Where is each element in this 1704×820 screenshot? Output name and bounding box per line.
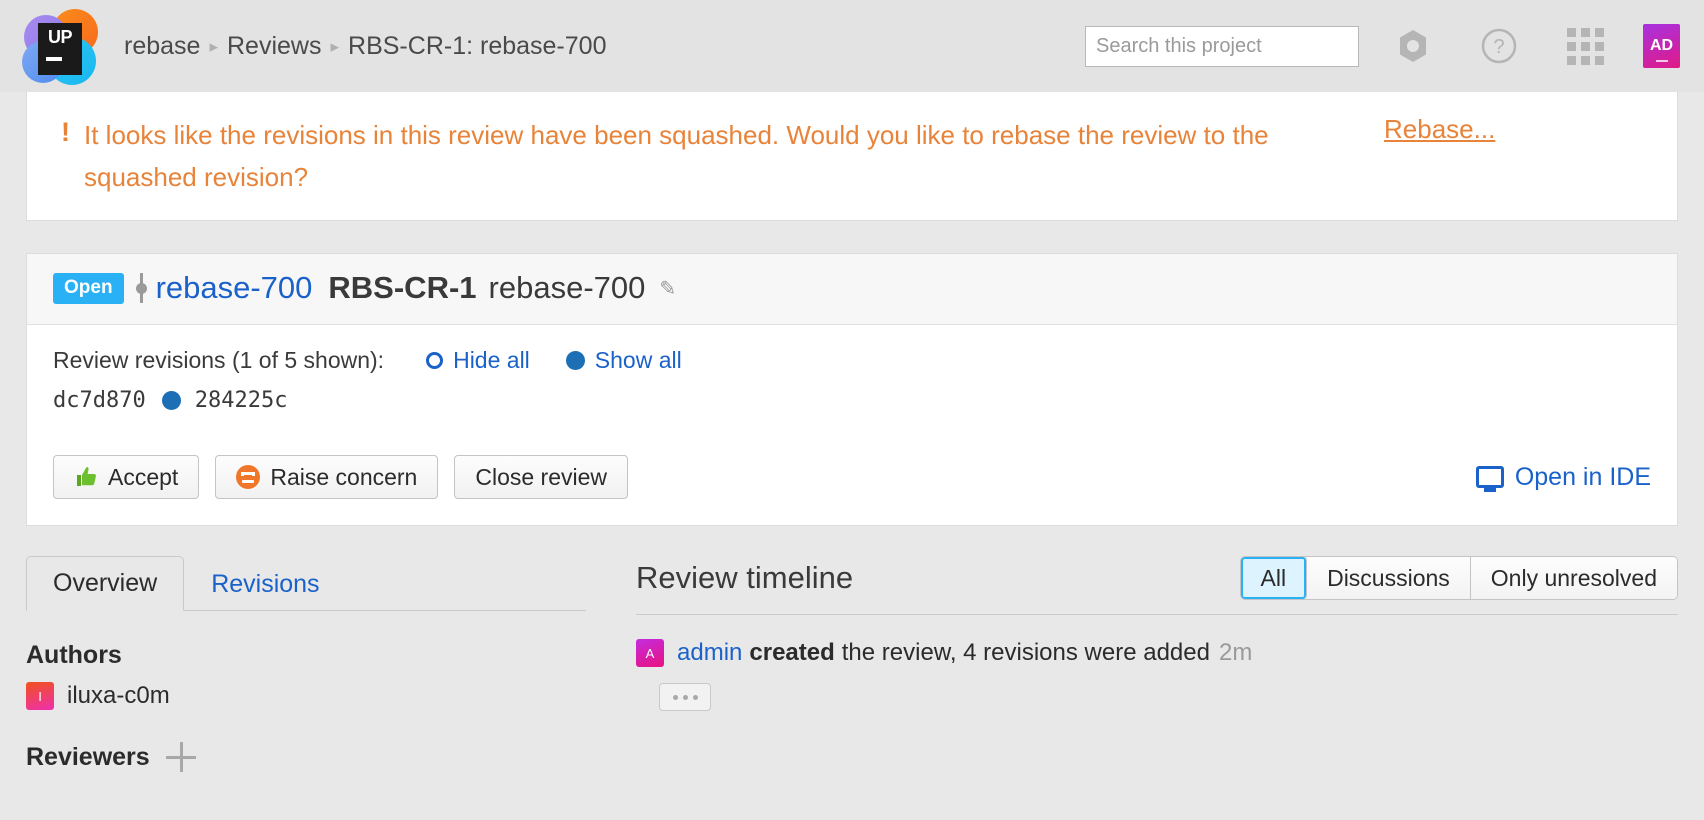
hide-all-radio-icon xyxy=(426,352,444,370)
breadcrumb-separator-icon: ▸ xyxy=(330,36,340,56)
timeline-entry-action: created xyxy=(749,639,835,667)
breadcrumb-separator-icon: ▸ xyxy=(209,36,218,56)
filter-discussions[interactable]: Discussions xyxy=(1307,557,1471,600)
filter-only-unresolved[interactable]: Only unresolved xyxy=(1470,557,1677,600)
branch-link[interactable]: rebase-700 xyxy=(156,270,313,306)
squash-warning-banner: ! It looks like the revisions in this re… xyxy=(26,92,1678,222)
show-all-toggle[interactable]: Show all xyxy=(565,347,682,374)
revisions-label: Review revisions (1 of 5 shown): xyxy=(53,347,385,374)
branch-icon xyxy=(135,273,147,304)
timeline-entry: A admin created the review, 4 revisions … xyxy=(636,639,1678,668)
avatar[interactable]: AD xyxy=(1643,24,1680,68)
avatar-initials: A xyxy=(645,645,655,661)
sidebar-tabs: Overview Revisions xyxy=(26,556,586,612)
review-header: Open rebase-700 RBS-CR-1 rebase-700 ✎ xyxy=(27,254,1677,326)
accept-button[interactable]: Accept xyxy=(53,455,200,500)
help-icon[interactable]: ? xyxy=(1467,14,1531,78)
timeline-header: Review timeline All Discussions Only unr… xyxy=(636,556,1678,616)
open-in-ide-link[interactable]: Open in IDE xyxy=(1475,462,1651,492)
filter-only-unresolved-label: Only unresolved xyxy=(1490,564,1657,591)
revision-hash[interactable]: dc7d870 xyxy=(53,388,146,413)
raise-concern-label: Raise concern xyxy=(270,463,418,490)
breadcrumb-item-project[interactable]: rebase xyxy=(124,32,200,61)
tab-revisions-label: Revisions xyxy=(211,570,320,599)
review-timeline: Review timeline All Discussions Only unr… xyxy=(636,556,1678,712)
app-header: UP rebase ▸ Reviews ▸ RBS-CR-1: rebase-7… xyxy=(0,0,1704,92)
warning-icon: ! xyxy=(61,117,70,147)
filter-all-label: All xyxy=(1260,564,1287,591)
edit-pencil-icon[interactable]: ✎ xyxy=(659,276,676,301)
logo-text: UP xyxy=(47,27,73,47)
status-badge: Open xyxy=(53,272,124,304)
timeline-entry-author[interactable]: admin xyxy=(677,639,742,667)
accept-label: Accept xyxy=(108,463,179,490)
tab-overview-label: Overview xyxy=(53,569,158,598)
revisions-row: Review revisions (1 of 5 shown): Hide al… xyxy=(53,347,1651,374)
reviewers-heading: Reviewers xyxy=(26,742,150,771)
breadcrumb-item-reviews[interactable]: Reviews xyxy=(227,32,321,61)
show-all-label: Show all xyxy=(594,347,682,374)
filter-all[interactable]: All xyxy=(1240,557,1308,600)
review-actions: Accept Raise concern Close review Open i… xyxy=(53,455,1651,500)
apps-grid-icon[interactable] xyxy=(1553,14,1617,78)
show-all-radio-icon xyxy=(565,351,585,371)
concern-face-icon xyxy=(236,465,261,490)
lower-section: Overview Revisions Authors I iluxa-c0m R… xyxy=(26,556,1678,773)
timeline-title: Review timeline xyxy=(636,560,854,596)
banner-message: It looks like the revisions in this revi… xyxy=(84,120,1269,193)
upsource-logo-icon: UP xyxy=(22,7,100,85)
hide-all-label: Hide all xyxy=(453,347,530,374)
close-review-button[interactable]: Close review xyxy=(454,455,629,500)
svg-text:?: ? xyxy=(1493,36,1504,58)
authors-heading: Authors xyxy=(26,641,122,670)
add-reviewer-button[interactable] xyxy=(165,742,196,773)
filter-discussions-label: Discussions xyxy=(1327,564,1450,591)
hide-all-toggle[interactable]: Hide all xyxy=(426,347,530,374)
monitor-icon xyxy=(1475,466,1504,489)
review-id: RBS-CR-1 xyxy=(328,270,477,306)
avatar-initials: AD xyxy=(1649,37,1674,54)
reviewers-row: Reviewers xyxy=(26,742,586,773)
timeline-entry-text: the review, 4 revisions were added xyxy=(841,639,1210,667)
avatar: A xyxy=(636,639,664,668)
review-body: Review revisions (1 of 5 shown): Hide al… xyxy=(27,325,1677,525)
timeline-more-button[interactable] xyxy=(659,683,711,712)
revision-hash[interactable]: 284225c xyxy=(195,388,288,413)
close-review-label: Close review xyxy=(475,463,608,490)
avatar: I xyxy=(26,682,54,711)
author-item[interactable]: I iluxa-c0m xyxy=(26,682,586,711)
author-name: iluxa-c0m xyxy=(67,682,170,710)
raise-concern-button[interactable]: Raise concern xyxy=(215,455,439,500)
review-card: Open rebase-700 RBS-CR-1 rebase-700 ✎ Re… xyxy=(26,253,1678,527)
tab-overview[interactable]: Overview xyxy=(26,556,185,612)
avatar-initials: I xyxy=(38,688,42,704)
revision-shown-dot-icon[interactable] xyxy=(161,391,181,411)
breadcrumb-item-current: RBS-CR-1: rebase-700 xyxy=(348,31,607,60)
open-in-ide-label: Open in IDE xyxy=(1514,462,1651,491)
gear-icon[interactable] xyxy=(1381,14,1445,78)
review-sidebar: Overview Revisions Authors I iluxa-c0m R… xyxy=(26,556,586,773)
header-actions: ? AD xyxy=(1085,14,1680,78)
timeline-filter-group: All Discussions Only unresolved xyxy=(1239,556,1678,601)
timeline-entry-time: 2m xyxy=(1218,639,1253,667)
revision-hash-list: dc7d870 284225c xyxy=(53,388,1651,413)
thumbs-up-icon xyxy=(74,465,98,489)
breadcrumb: rebase ▸ Reviews ▸ RBS-CR-1: rebase-700 xyxy=(124,32,606,61)
review-title: rebase-700 xyxy=(488,270,646,306)
search-input[interactable] xyxy=(1085,25,1359,67)
tab-revisions[interactable]: Revisions xyxy=(184,557,346,611)
rebase-link[interactable]: Rebase... xyxy=(1384,114,1495,145)
